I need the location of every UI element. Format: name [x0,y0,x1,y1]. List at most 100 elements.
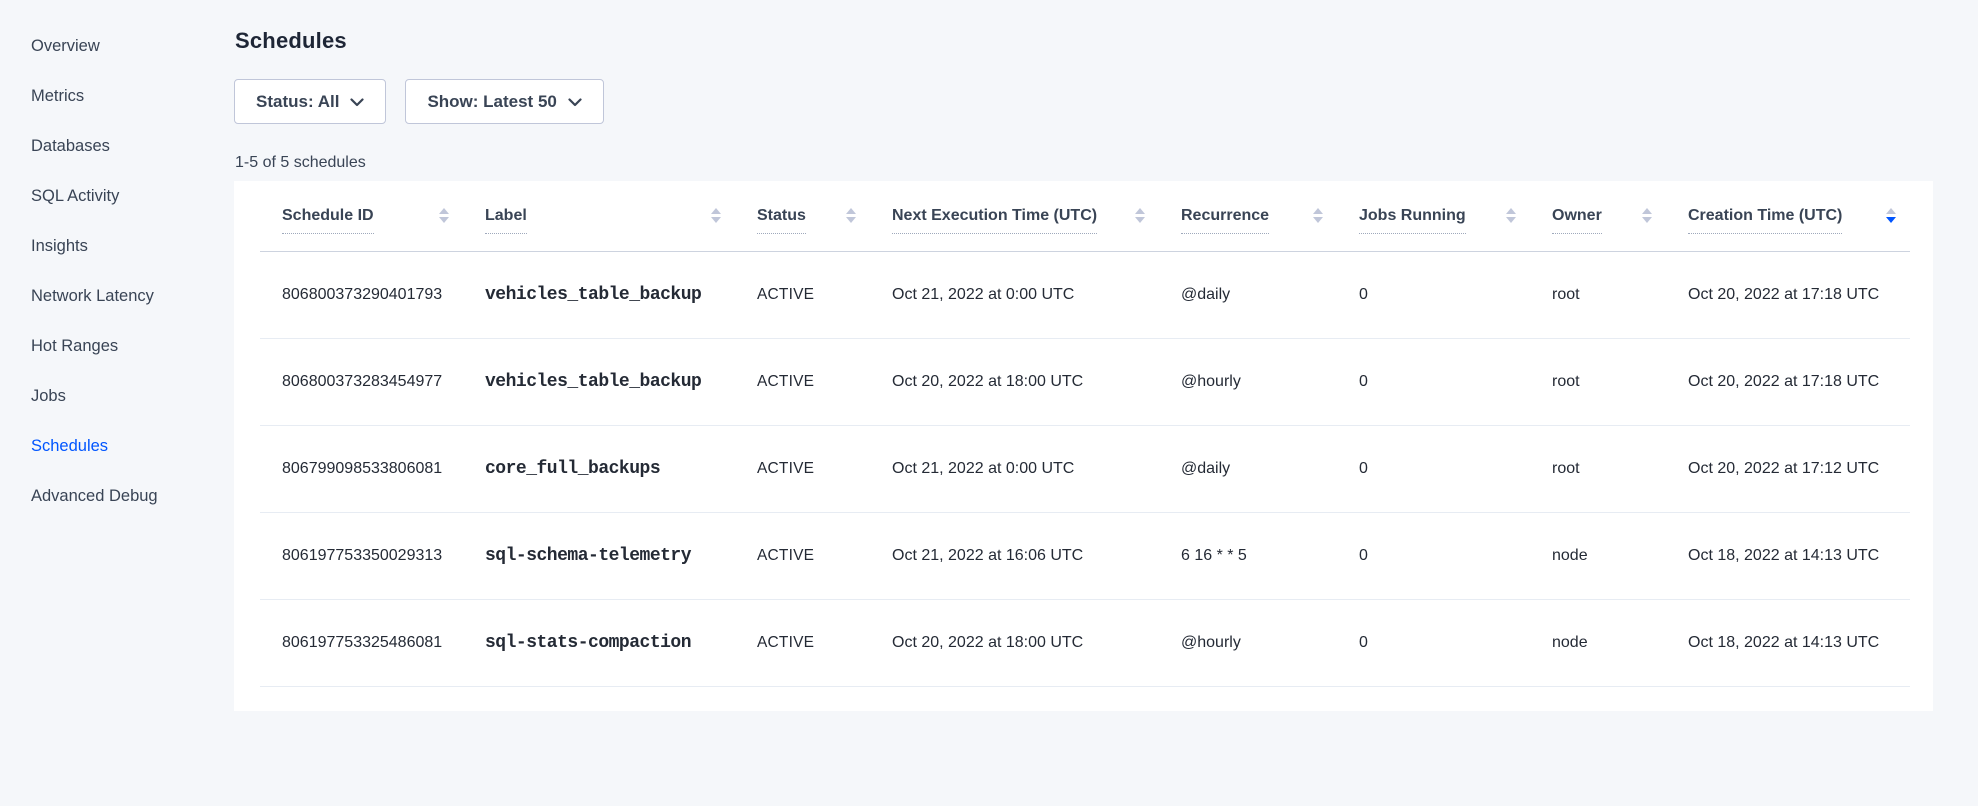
sidebar-item-metrics[interactable]: Metrics [0,71,234,121]
schedules-table: Schedule ID Label Status Next Execution Tim… [260,181,1910,687]
show-filter-dropdown[interactable]: Show: Latest 50 [405,79,603,124]
sidebar-item-hot-ranges[interactable]: Hot Ranges [0,321,234,371]
column-header-label: Jobs Running [1359,207,1466,225]
cell-recurrence: @daily [1159,251,1337,338]
column-header-schedule-id[interactable]: Schedule ID [260,181,463,251]
cell-recurrence: @hourly [1159,599,1337,686]
cell-next-execution: Oct 20, 2022 at 18:00 UTC [870,338,1159,425]
sort-desc-icon [1642,217,1652,223]
sort-asc-icon [1313,208,1323,214]
cell-status: ACTIVE [735,512,870,599]
cell-label: sql-schema-telemetry [463,512,735,599]
sidebar-item-jobs[interactable]: Jobs [0,371,234,421]
table-body: 806800373290401793vehicles_table_backupA… [260,251,1910,686]
column-header-label: Next Execution Time (UTC) [892,207,1097,225]
sort-desc-icon [846,217,856,223]
cell-label: vehicles_table_backup [463,251,735,338]
sidebar-nav-list: OverviewMetricsDatabasesSQL ActivityInsi… [0,21,234,521]
status-filter-dropdown[interactable]: Status: All [234,79,386,124]
sort-icons [1135,208,1145,223]
sort-desc-icon [711,217,721,223]
cell-owner: node [1530,512,1666,599]
column-header-owner[interactable]: Owner [1530,181,1666,251]
column-header-label[interactable]: Label [463,181,735,251]
cell-status: ACTIVE [735,425,870,512]
column-header-jobs-running[interactable]: Jobs Running [1337,181,1530,251]
sidebar-item-insights[interactable]: Insights [0,221,234,271]
column-header-label: Creation Time (UTC) [1688,207,1842,225]
page-title: Schedules [235,28,1933,54]
column-header-inner: Owner [1530,207,1666,225]
column-header-inner: Next Execution Time (UTC) [870,207,1159,225]
cell-jobs-running: 0 [1337,512,1530,599]
sort-icons [1506,208,1516,223]
sort-icons [711,208,721,223]
cell-label: core_full_backups [463,425,735,512]
cell-recurrence: @hourly [1159,338,1337,425]
sidebar-item-overview[interactable]: Overview [0,21,234,71]
sidebar: OverviewMetricsDatabasesSQL ActivityInsi… [0,0,234,778]
cell-jobs-running: 0 [1337,599,1530,686]
cell-creation-time: Oct 18, 2022 at 14:13 UTC [1666,599,1910,686]
cell-jobs-running: 0 [1337,251,1530,338]
table-row: 806197753350029313sql-schema-telemetryAC… [260,512,1910,599]
sort-asc-icon [1135,208,1145,214]
column-header-label: Label [485,207,527,225]
sort-desc-icon [1135,217,1145,223]
sidebar-item-sql-activity[interactable]: SQL Activity [0,171,234,221]
column-header-label: Status [757,207,806,225]
sort-icons [1313,208,1323,223]
cell-label: vehicles_table_backup [463,338,735,425]
cell-next-execution: Oct 21, 2022 at 16:06 UTC [870,512,1159,599]
column-header-inner: Schedule ID [260,207,463,225]
cell-owner: node [1530,599,1666,686]
sort-icons [439,208,449,223]
cell-owner: root [1530,425,1666,512]
column-header-inner: Creation Time (UTC) [1666,207,1910,225]
cell-owner: root [1530,338,1666,425]
cell-status: ACTIVE [735,599,870,686]
filters-bar: Status: All Show: Latest 50 [234,79,1933,124]
sort-asc-icon [1506,208,1516,214]
table-row: 806799098533806081core_full_backupsACTIV… [260,425,1910,512]
cell-schedule-id: 806197753350029313 [260,512,463,599]
chevron-down-icon [568,98,582,107]
sidebar-item-network-latency[interactable]: Network Latency [0,271,234,321]
cell-schedule-id: 806800373290401793 [260,251,463,338]
show-filter-label: Show: Latest 50 [427,92,556,112]
cell-owner: root [1530,251,1666,338]
cell-schedule-id: 806799098533806081 [260,425,463,512]
cell-creation-time: Oct 20, 2022 at 17:18 UTC [1666,338,1910,425]
results-count: 1-5 of 5 schedules [235,154,1933,172]
column-header-inner: Status [735,207,870,225]
sort-desc-icon [1886,217,1896,223]
sort-asc-icon [1642,208,1652,214]
column-header-label: Owner [1552,207,1602,225]
cell-recurrence: 6 16 * * 5 [1159,512,1337,599]
table-row: 806197753325486081sql-stats-compactionAC… [260,599,1910,686]
cell-schedule-id: 806197753325486081 [260,599,463,686]
sort-desc-icon [439,217,449,223]
sort-desc-icon [1313,217,1323,223]
sidebar-item-databases[interactable]: Databases [0,121,234,171]
sort-icons [1642,208,1652,223]
sidebar-item-advanced-debug[interactable]: Advanced Debug [0,471,234,521]
sort-asc-icon [1886,208,1896,214]
cell-recurrence: @daily [1159,425,1337,512]
cell-creation-time: Oct 20, 2022 at 17:12 UTC [1666,425,1910,512]
sort-asc-icon [846,208,856,214]
status-filter-label: Status: All [256,92,339,112]
cell-next-execution: Oct 21, 2022 at 0:00 UTC [870,251,1159,338]
cell-schedule-id: 806800373283454977 [260,338,463,425]
column-header-recurrence[interactable]: Recurrence [1159,181,1337,251]
schedules-table-card: Schedule ID Label Status Next Execution Tim… [234,181,1933,711]
sort-icons [1886,208,1896,223]
column-header-creation-time-utc[interactable]: Creation Time (UTC) [1666,181,1910,251]
sidebar-item-schedules[interactable]: Schedules [0,421,234,471]
column-header-next-execution-time-utc[interactable]: Next Execution Time (UTC) [870,181,1159,251]
main-content: Schedules Status: All Show: Latest 50 1-… [234,28,1933,711]
sort-asc-icon [711,208,721,214]
cell-jobs-running: 0 [1337,425,1530,512]
table-header: Schedule ID Label Status Next Execution Tim… [260,181,1910,251]
column-header-status[interactable]: Status [735,181,870,251]
